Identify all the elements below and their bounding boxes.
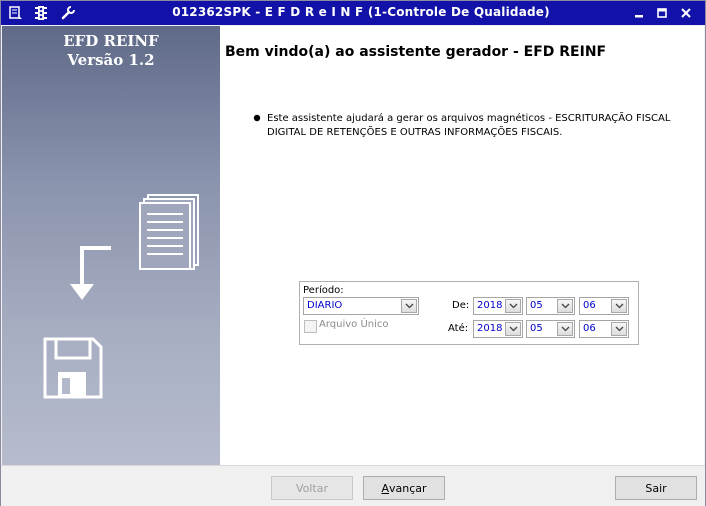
to-day-select[interactable]: 06: [579, 320, 629, 338]
period-group: Período: DIARIO Arquivo Único De: 2018 0…: [299, 281, 639, 345]
title-bar: 012362SPK - E F D R e I N F (1-Controle …: [1, 1, 705, 25]
from-month-value: 05: [530, 300, 543, 311]
wizard-window: 012362SPK - E F D R e I N F (1-Controle …: [0, 0, 706, 506]
to-day-value: 06: [583, 323, 596, 334]
wizard-content: Bem vindo(a) ao assistente gerador - EFD…: [220, 26, 704, 465]
notes-icon[interactable]: [7, 4, 25, 22]
bullet-icon: [253, 114, 261, 122]
chevron-down-icon[interactable]: [557, 299, 573, 313]
exit-button-label: Sair: [645, 481, 667, 495]
next-button-mnemonic: A: [381, 481, 389, 495]
minimize-icon[interactable]: [629, 4, 649, 22]
product-version: Versão 1.2: [67, 51, 155, 69]
button-bar: [1, 465, 705, 506]
from-year-value: 2018: [477, 300, 503, 311]
intro-text: Este assistente ajudará a gerar os arqui…: [267, 113, 671, 138]
single-file-checkbox[interactable]: [304, 320, 317, 333]
from-year-select[interactable]: 2018: [473, 297, 523, 315]
next-button[interactable]: Avançar: [363, 476, 445, 500]
from-month-select[interactable]: 05: [526, 297, 575, 315]
from-day-select[interactable]: 06: [579, 297, 629, 315]
close-icon[interactable]: [676, 4, 696, 22]
arrow-down-left-icon: [70, 246, 111, 300]
documents-icon: [139, 194, 199, 270]
maximize-icon[interactable]: [652, 4, 672, 22]
frequency-select[interactable]: DIARIO: [303, 297, 419, 315]
chevron-down-icon[interactable]: [505, 322, 521, 336]
single-file-label: Arquivo Único: [319, 319, 389, 330]
exit-button[interactable]: Sair: [615, 476, 697, 500]
back-button-label: Voltar: [295, 481, 329, 495]
chevron-down-icon[interactable]: [611, 299, 627, 313]
to-year-value: 2018: [477, 323, 503, 334]
from-day-value: 06: [583, 300, 596, 311]
from-label: De:: [452, 300, 470, 311]
frequency-value: DIARIO: [307, 300, 343, 311]
product-name: EFD REINF: [63, 32, 159, 50]
page-title: Bem vindo(a) ao assistente gerador - EFD…: [225, 44, 607, 60]
to-year-select[interactable]: 2018: [473, 320, 523, 338]
chevron-down-icon[interactable]: [401, 299, 417, 313]
to-month-value: 05: [530, 323, 543, 334]
window-title: 012362SPK - E F D R e I N F (1-Controle …: [172, 5, 550, 19]
to-month-select[interactable]: 05: [526, 320, 575, 338]
chevron-down-icon[interactable]: [505, 299, 521, 313]
back-button[interactable]: Voltar: [271, 476, 353, 500]
next-button-label: vançar: [388, 481, 427, 495]
wizard-side-panel: EFD REINF Versão 1.2: [2, 26, 220, 465]
traffic-light-icon[interactable]: [32, 4, 50, 22]
to-label: Até:: [448, 323, 469, 334]
floppy-disk-icon: [43, 337, 103, 399]
chevron-down-icon[interactable]: [557, 322, 573, 336]
chevron-down-icon[interactable]: [611, 322, 627, 336]
period-label: Período:: [303, 285, 344, 296]
wrench-icon[interactable]: [59, 4, 77, 22]
